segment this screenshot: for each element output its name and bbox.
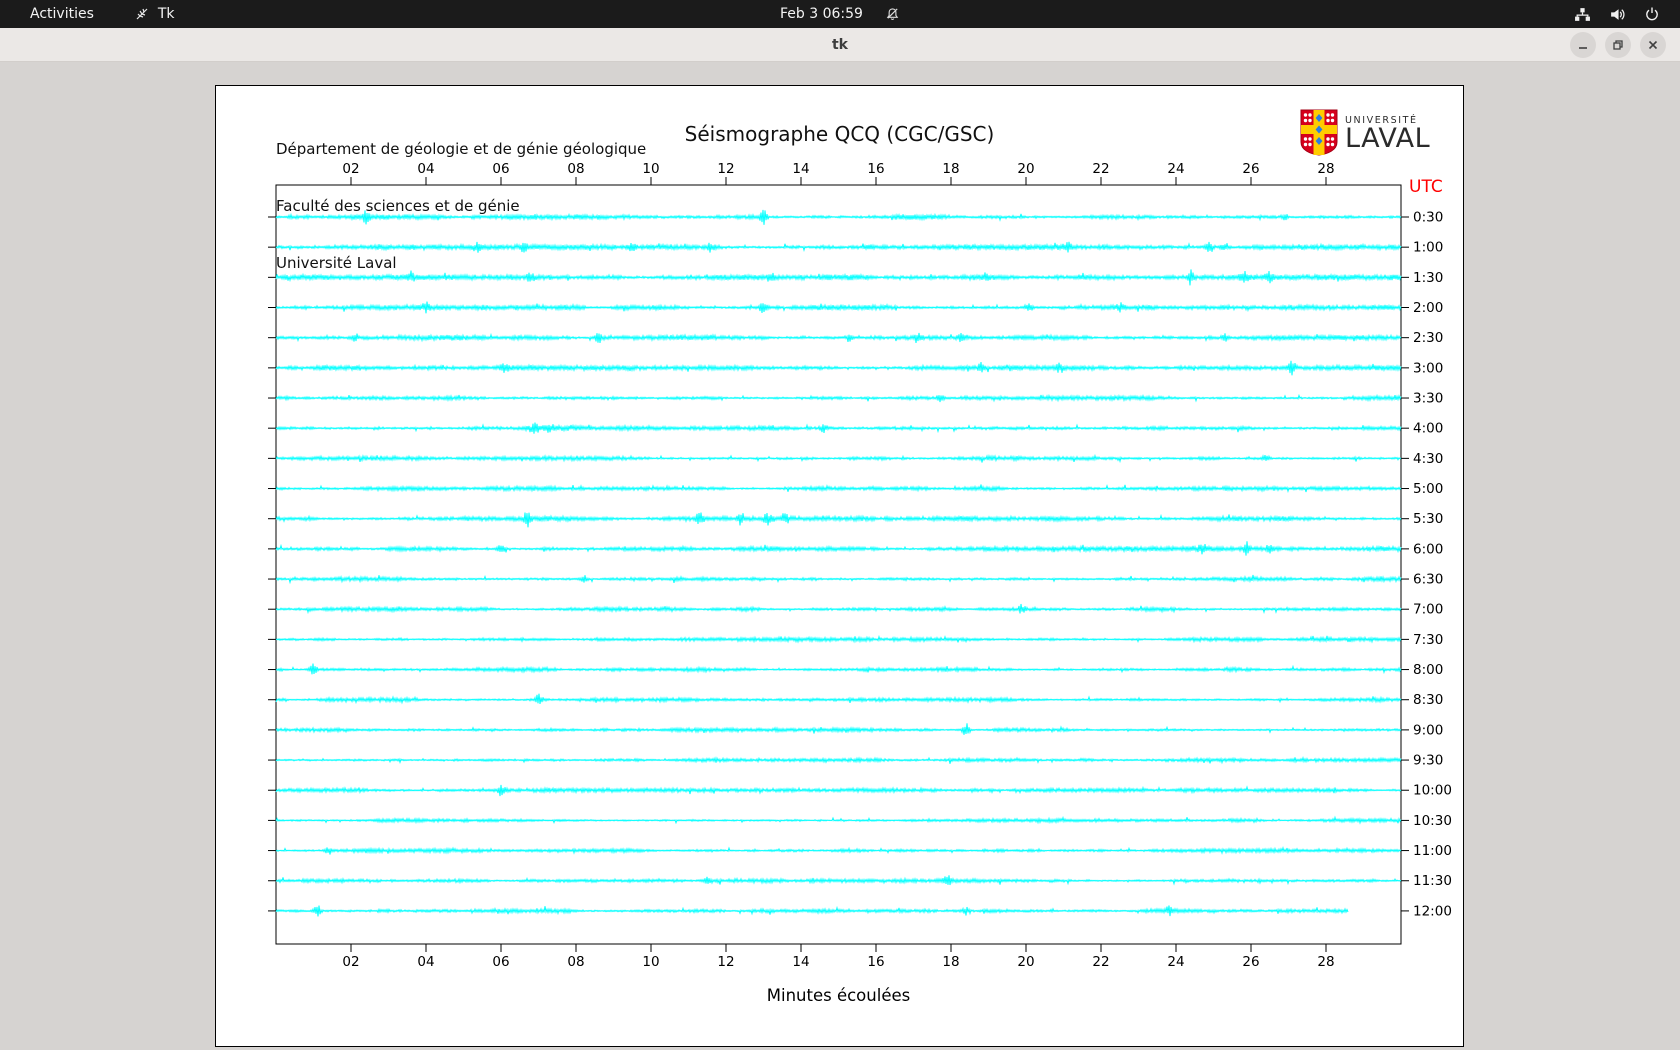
seismo-trace xyxy=(275,755,1402,765)
seismo-trace xyxy=(275,332,1402,343)
seismogram-plot: 02 02 04 04 06 06 08 08 10 10 12 12 14 14 16 16 18 18 20 20… xyxy=(268,161,1452,1005)
x-tick-label-top: 22 xyxy=(1092,161,1109,177)
utc-axis-label: UTC xyxy=(1409,177,1443,197)
seismo-trace xyxy=(275,512,1402,528)
x-tick-label-bottom: 08 xyxy=(567,954,584,970)
seismo-trace xyxy=(275,360,1402,376)
utc-time-label: 4:00 xyxy=(1413,421,1443,437)
x-tick-label-bottom: 16 xyxy=(867,954,884,970)
utc-time-label: 8:00 xyxy=(1413,662,1443,678)
seismo-trace xyxy=(275,846,1402,855)
plot-frame xyxy=(275,184,1402,945)
maximize-button[interactable] xyxy=(1605,32,1631,58)
seismo-trace xyxy=(275,453,1402,464)
utc-time-label: 1:00 xyxy=(1413,240,1443,256)
utc-time-label: 11:00 xyxy=(1413,843,1452,859)
utc-time-label: 5:30 xyxy=(1413,511,1443,527)
x-tick-label-top: 10 xyxy=(642,161,659,177)
utc-time-label: 5:00 xyxy=(1413,481,1443,497)
utc-time-label: 6:00 xyxy=(1413,541,1443,557)
utc-time-label: 3:30 xyxy=(1413,391,1443,407)
minimize-button[interactable] xyxy=(1570,32,1596,58)
seismo-trace xyxy=(275,301,1402,314)
utc-time-label: 10:00 xyxy=(1413,783,1452,799)
clock-label: Feb 3 06:59 xyxy=(780,6,863,22)
utc-time-label: 2:00 xyxy=(1413,300,1443,316)
seismograph-canvas: Département de géologie et de génie géol… xyxy=(215,85,1464,1047)
x-tick-label-bottom: 24 xyxy=(1167,954,1184,970)
seismo-trace xyxy=(275,723,1402,735)
utc-time-label: 4:30 xyxy=(1413,451,1443,467)
x-tick-label-bottom: 20 xyxy=(1017,954,1034,970)
utc-time-label: 3:00 xyxy=(1413,360,1443,376)
seismo-trace xyxy=(275,393,1402,403)
utc-time-label: 9:00 xyxy=(1413,722,1443,738)
x-tick-label-bottom: 28 xyxy=(1317,954,1334,970)
seismo-trace xyxy=(275,422,1402,434)
utc-time-label: 12:00 xyxy=(1413,903,1452,919)
seismo-trace xyxy=(275,663,1402,675)
x-tick-label-bottom: 04 xyxy=(417,954,434,970)
x-tick-label-top: 18 xyxy=(942,161,959,177)
utc-time-label: 7:00 xyxy=(1413,602,1443,618)
utc-time-label: 7:30 xyxy=(1413,632,1443,648)
x-tick-label-bottom: 18 xyxy=(942,954,959,970)
x-tick-label-bottom: 02 xyxy=(342,954,359,970)
x-tick-label-bottom: 10 xyxy=(642,954,659,970)
x-axis-title: Minutes écoulées xyxy=(767,986,910,1005)
x-tick-label-top: 04 xyxy=(417,161,434,177)
notifications-muted-icon xyxy=(885,7,900,22)
seismo-trace xyxy=(275,905,1349,917)
seismo-trace xyxy=(275,634,1402,644)
utc-time-label: 2:30 xyxy=(1413,330,1443,346)
activities-button[interactable]: Activities xyxy=(24,4,100,24)
x-tick-label-top: 06 xyxy=(492,161,509,177)
seismo-trace xyxy=(275,815,1402,825)
app-menu[interactable]: Tk xyxy=(134,6,175,22)
window-titlebar[interactable]: tk xyxy=(0,28,1680,62)
tk-feather-icon xyxy=(134,6,150,22)
utc-time-label: 1:30 xyxy=(1413,270,1443,286)
seismo-trace xyxy=(275,484,1402,494)
network-wired-icon xyxy=(1574,6,1591,23)
utc-time-label: 9:30 xyxy=(1413,753,1443,769)
seismo-trace xyxy=(275,269,1402,286)
x-tick-label-bottom: 12 xyxy=(717,954,734,970)
close-button[interactable] xyxy=(1640,32,1666,58)
x-tick-label-top: 16 xyxy=(867,161,884,177)
x-tick-label-top: 08 xyxy=(567,161,584,177)
clock-menu[interactable]: Feb 3 06:59 xyxy=(780,6,900,22)
utc-time-label: 11:30 xyxy=(1413,873,1452,889)
gnome-top-bar: Activities Tk Feb 3 06:59 xyxy=(0,0,1680,28)
system-status-area[interactable] xyxy=(1574,0,1680,28)
x-tick-label-top: 12 xyxy=(717,161,734,177)
x-tick-label-top: 24 xyxy=(1167,161,1184,177)
seismo-trace xyxy=(275,784,1402,797)
utc-time-label: 6:30 xyxy=(1413,572,1443,588)
x-tick-label-top: 28 xyxy=(1317,161,1334,177)
tk-window-body: Département de géologie et de génie géol… xyxy=(0,62,1680,1050)
x-tick-label-top: 14 xyxy=(792,161,809,177)
seismo-trace xyxy=(275,541,1402,556)
seismo-trace xyxy=(275,875,1402,886)
x-tick-label-top: 02 xyxy=(342,161,359,177)
seismo-trace xyxy=(275,209,1402,225)
x-tick-label-bottom: 06 xyxy=(492,954,509,970)
seismo-trace xyxy=(275,241,1402,253)
x-tick-label-bottom: 22 xyxy=(1092,954,1109,970)
app-menu-label: Tk xyxy=(157,6,175,22)
seismo-trace xyxy=(275,603,1402,615)
seismo-trace xyxy=(275,574,1402,585)
window-title: tk xyxy=(831,37,848,53)
power-icon xyxy=(1644,6,1660,22)
utc-time-label: 0:30 xyxy=(1413,210,1443,226)
volume-icon xyxy=(1609,6,1626,23)
x-tick-label-bottom: 26 xyxy=(1242,954,1259,970)
x-tick-label-bottom: 14 xyxy=(792,954,809,970)
utc-time-label: 10:30 xyxy=(1413,813,1452,829)
x-tick-label-top: 26 xyxy=(1242,161,1259,177)
x-tick-label-top: 20 xyxy=(1017,161,1034,177)
seismo-trace xyxy=(275,693,1402,705)
utc-time-label: 8:30 xyxy=(1413,692,1443,708)
